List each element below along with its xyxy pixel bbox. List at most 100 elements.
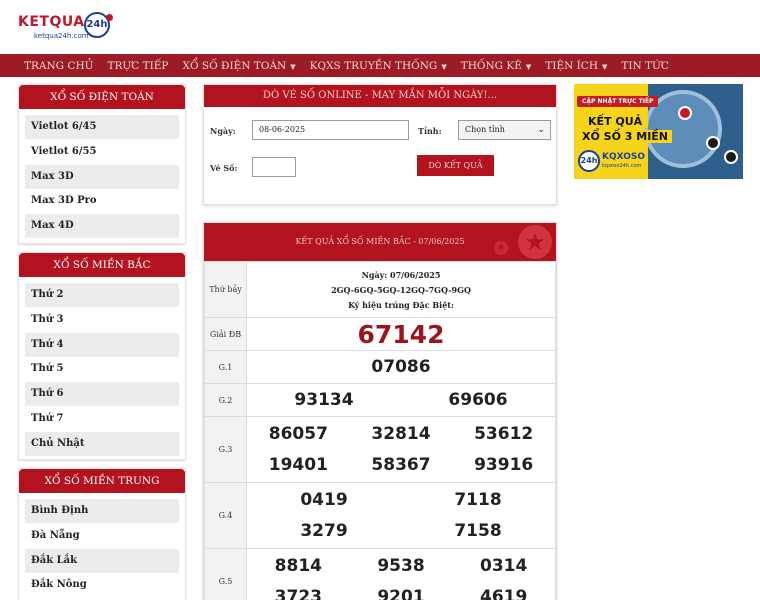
province-select[interactable]: Chọn tỉnh ⌄ bbox=[458, 120, 551, 140]
sidebar-item-binh-dinh[interactable]: Bình Định bbox=[25, 499, 179, 523]
sidebar-item-chu-nhat[interactable]: Chủ Nhật bbox=[25, 431, 179, 456]
check-result-button[interactable]: DÒ KẾT QUẢ bbox=[417, 155, 494, 176]
nav-item-label: TIỆN ÍCH bbox=[545, 59, 598, 72]
sidebar-title: XỔ SỐ MIỀN BẮC bbox=[19, 253, 185, 277]
lottery-ball-icon bbox=[706, 136, 720, 150]
live-results-ad-banner[interactable]: CẬP NHẬT TRỰC TIẾP KẾT QUẢ XỔ SỐ 3 MIỀN … bbox=[574, 84, 743, 179]
prize-number: 93134 bbox=[294, 390, 354, 410]
lottery-check-panel: DÒ VÉ SỐ ONLINE - MAY MẮN MỖI NGÀY!... N… bbox=[203, 84, 557, 205]
nav-item-thong-ke[interactable]: THỐNG KÊ ▼ bbox=[461, 60, 532, 72]
nav-item-label: THỐNG KÊ bbox=[460, 59, 522, 72]
sidebar-item-thu-6[interactable]: Thứ 6 bbox=[25, 382, 179, 407]
nav-item-dien-toan[interactable]: XỔ SỐ ĐIỆN TOÁN ▼ bbox=[182, 60, 295, 72]
prize-number: 07086 bbox=[246, 350, 556, 384]
prize-number: 53612 bbox=[474, 424, 534, 444]
prize-label: G.5 bbox=[204, 548, 247, 600]
sidebar-item-thu-5[interactable]: Thứ 5 bbox=[25, 357, 179, 381]
prize-number: 69606 bbox=[448, 390, 508, 410]
nav-item-home[interactable]: TRANG CHỦ bbox=[24, 60, 93, 72]
ad-24h-logo: 24h bbox=[578, 150, 600, 172]
result-header: KẾT QUẢ XỔ SỐ MIỀN BẮC - 07/06/2025 ★ ★ bbox=[204, 223, 556, 261]
result-table: Thứ bảy Ngày: 07/06/2025 2GQ-6GQ-5GQ-12G… bbox=[204, 261, 556, 600]
main-nav: TRANG CHỦ TRỰC TIẾP XỔ SỐ ĐIỆN TOÁN ▼ KQX… bbox=[0, 54, 760, 77]
prize-number: 58367 bbox=[371, 455, 431, 475]
day-label: Thứ bảy bbox=[204, 261, 247, 318]
sidebar-mien-bac: XỔ SỐ MIỀN BẮC Thứ 2 Thứ 3 Thứ 4 Thứ 5 T… bbox=[18, 252, 186, 460]
sidebar-item-max-4d[interactable]: Max 4D bbox=[25, 214, 179, 239]
star-icon: ★ bbox=[494, 241, 508, 255]
prize-number: 4619 bbox=[480, 587, 528, 600]
nav-item-label: XỔ SỐ ĐIỆN TOÁN bbox=[182, 59, 287, 72]
table-row: G.2 93134 69606 bbox=[204, 383, 556, 417]
nav-item-live[interactable]: TRỰC TIẾP bbox=[107, 60, 168, 72]
nav-item-truyen-thong[interactable]: KQXS TRUYỀN THỐNG ▼ bbox=[310, 60, 447, 72]
prize-number: 9201 bbox=[377, 587, 425, 600]
sidebar-item-max-3d[interactable]: Max 3D bbox=[25, 164, 179, 189]
logo-domain-text: ketqua24h.com bbox=[34, 32, 89, 40]
nav-item-label: KQXS TRUYỀN THỐNG bbox=[309, 59, 438, 72]
prize-number: 7118 bbox=[454, 490, 502, 510]
nav-item-tin-tuc[interactable]: TIN TỨC bbox=[621, 60, 669, 72]
sidebar-item-thu-2[interactable]: Thứ 2 bbox=[25, 283, 179, 307]
prize-number: 93916 bbox=[474, 455, 534, 475]
sidebar-item-thu-3[interactable]: Thứ 3 bbox=[25, 308, 179, 332]
sidebar-item-vietlot-645[interactable]: Vietlot 6/45 bbox=[25, 115, 179, 139]
sidebar-item-thu-7[interactable]: Thứ 7 bbox=[25, 407, 179, 431]
sidebar-title: XỔ SỐ ĐIỆN TOÁN bbox=[19, 85, 185, 109]
prize-label: G.4 bbox=[204, 482, 247, 549]
prize-label: G.2 bbox=[204, 383, 247, 417]
date-input[interactable]: 08-06-2025 bbox=[252, 120, 409, 140]
site-logo[interactable]: KETQUA 24h ketqua24h.com bbox=[18, 12, 118, 44]
prize-label: G.1 bbox=[204, 350, 247, 384]
prize-numbers: 93134 69606 bbox=[246, 383, 556, 417]
sidebar-title: XỔ SỐ MIỀN TRUNG bbox=[19, 469, 185, 493]
nav-item-tien-ich[interactable]: TIỆN ÍCH ▼ bbox=[545, 60, 607, 72]
prize-label: G.3 bbox=[204, 416, 247, 483]
ticket-number-input[interactable] bbox=[252, 157, 296, 177]
table-row: G.1 07086 bbox=[204, 350, 556, 384]
sidebar-item-dak-lak[interactable]: Đắk Lắk bbox=[25, 548, 179, 573]
draw-info: Ngày: 07/06/2025 2GQ-6GQ-5GQ-12GQ-7GQ-9G… bbox=[246, 261, 556, 318]
prize-number: 3723 bbox=[274, 587, 322, 600]
date-label: Ngày: bbox=[210, 126, 236, 136]
prize-number: 19401 bbox=[268, 455, 328, 475]
prize-number: 7158 bbox=[454, 521, 502, 541]
prize-number: 0419 bbox=[300, 490, 348, 510]
prize-number: 86057 bbox=[268, 424, 328, 444]
logo-brand-text: KETQUA bbox=[18, 14, 85, 30]
sidebar-item-da-nang[interactable]: Đà Nẵng bbox=[25, 524, 179, 548]
ad-headline-1: KẾT QUẢ bbox=[582, 115, 649, 128]
ad-url: kqxoso24h.com bbox=[602, 163, 642, 169]
sidebar-item-dak-nong[interactable]: Đắk Nông bbox=[25, 573, 179, 597]
prize-number: 9538 bbox=[377, 556, 425, 576]
chevron-down-icon: ▼ bbox=[525, 62, 532, 71]
table-row: G.4 0419 7118 3279 7158 bbox=[204, 482, 556, 549]
ticket-label: Vé Số: bbox=[210, 163, 238, 173]
chevron-down-icon: ⌄ bbox=[537, 125, 545, 135]
special-note: Ký hiệu trúng Đặc Biệt: bbox=[348, 300, 454, 310]
province-label: Tỉnh: bbox=[418, 126, 442, 136]
draw-date: Ngày: 07/06/2025 bbox=[361, 270, 441, 280]
lottery-check-title: DÒ VÉ SỐ ONLINE - MAY MẮN MỖI NGÀY!... bbox=[204, 85, 556, 107]
result-title: KẾT QUẢ XỔ SỐ MIỀN BẮC - 07/06/2025 bbox=[295, 237, 465, 246]
sidebar-item-thu-4[interactable]: Thứ 4 bbox=[25, 332, 179, 357]
prize-numbers: 0419 7118 3279 7158 bbox=[246, 482, 556, 549]
province-select-value: Chọn tỉnh bbox=[465, 125, 505, 134]
prize-number: 0314 bbox=[480, 556, 528, 576]
sidebar-item-vietlot-655[interactable]: Vietlot 6/55 bbox=[25, 140, 179, 164]
table-row: G.5 8814 9538 0314 3723 9201 4619 bbox=[204, 548, 556, 600]
prize-number: 8814 bbox=[274, 556, 322, 576]
nav-item-label: TIN TỨC bbox=[621, 59, 669, 72]
table-row: G.3 86057 32814 53612 19401 58367 93916 bbox=[204, 416, 556, 483]
special-prize-number: 67142 bbox=[246, 317, 556, 351]
ad-headline-2: XỔ SỐ 3 MIỀN bbox=[578, 130, 673, 143]
chevron-down-icon: ▼ bbox=[601, 62, 608, 71]
draw-codes: 2GQ-6GQ-5GQ-12GQ-7GQ-9GQ bbox=[331, 285, 471, 295]
nav-item-label: TRANG CHỦ bbox=[24, 59, 94, 72]
prize-numbers: 86057 32814 53612 19401 58367 93916 bbox=[246, 416, 556, 483]
table-row: Giải ĐB 67142 bbox=[204, 317, 556, 351]
sidebar-item-max-3d-pro[interactable]: Max 3D Pro bbox=[25, 189, 179, 213]
result-panel: KẾT QUẢ XỔ SỐ MIỀN BẮC - 07/06/2025 ★ ★ … bbox=[203, 222, 557, 600]
table-row: Thứ bảy Ngày: 07/06/2025 2GQ-6GQ-5GQ-12G… bbox=[204, 261, 556, 318]
nav-item-label: TRỰC TIẾP bbox=[107, 59, 169, 72]
